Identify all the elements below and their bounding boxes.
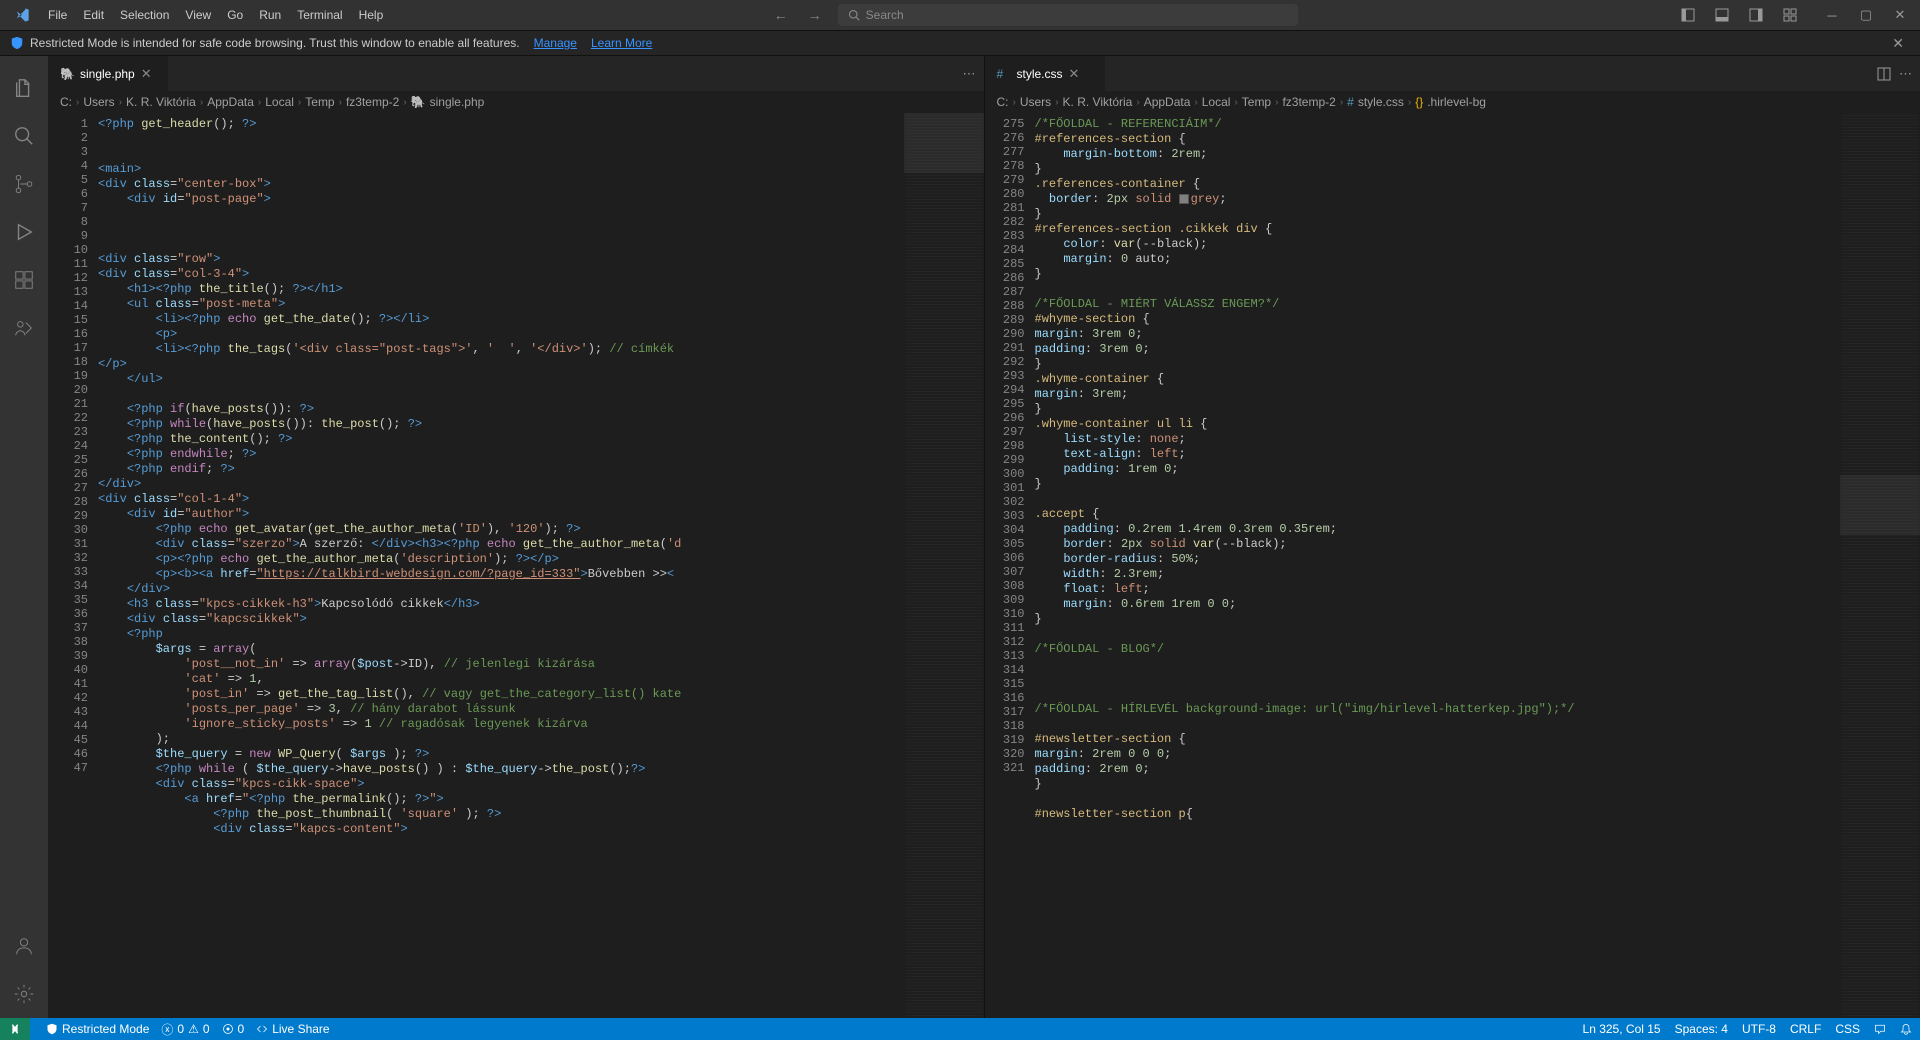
editor-group-left: 🐘 single.php ✕ ⋯ C:›Users›K. R. Viktória… [48, 56, 985, 1018]
breadcrumb-segment[interactable]: fz3temp-2 [346, 95, 399, 109]
line-gutter-right: 275 276 277 278 279 280 281 282 283 284 … [985, 113, 1035, 1018]
menu-terminal[interactable]: Terminal [289, 8, 350, 22]
breadcrumb-segment[interactable]: AppData [1144, 95, 1191, 109]
symbol-icon: {} [1415, 95, 1423, 109]
tab-close[interactable]: ✕ [141, 66, 152, 82]
split-editor-icon[interactable] [1877, 67, 1891, 81]
php-file-icon: 🐘 [60, 67, 74, 81]
tab-label: single.php [80, 67, 135, 81]
minimap-right[interactable] [1840, 113, 1920, 1018]
breadcrumb-segment[interactable]: K. R. Viktória [1063, 95, 1133, 109]
window-minimize[interactable]: ─ [1816, 0, 1848, 30]
explorer-icon[interactable] [0, 64, 48, 112]
tabs-right: # style.css ✕ ⋯ [985, 56, 1920, 91]
close-notification[interactable]: ✕ [1886, 35, 1910, 52]
nav-forward[interactable]: → [800, 5, 830, 25]
search-activity-icon[interactable] [0, 112, 48, 160]
status-bar: Restricted Mode ⓧ0 ⚠0 0 Live Share Ln 32… [0, 1018, 1920, 1040]
css-file-icon: # [1347, 95, 1354, 109]
window-maximize[interactable]: ▢ [1850, 0, 1882, 30]
remote-indicator[interactable] [0, 1018, 30, 1040]
restricted-mode-banner: Restricted Mode is intended for safe cod… [0, 30, 1920, 56]
accounts-icon[interactable] [0, 922, 48, 970]
customize-layout-icon[interactable] [1774, 0, 1806, 30]
breadcrumb-segment[interactable]: C: [997, 95, 1009, 109]
tab-more-actions-icon[interactable]: ⋯ [1899, 66, 1912, 82]
menu-selection[interactable]: Selection [112, 8, 177, 22]
restricted-mode-status[interactable]: Restricted Mode [46, 1022, 149, 1036]
layout-primary-sidebar-icon[interactable] [1672, 0, 1704, 30]
menu-run[interactable]: Run [251, 8, 289, 22]
breadcrumb-segment[interactable]: C: [60, 95, 72, 109]
activity-bar [0, 56, 48, 1018]
indentation-status[interactable]: Spaces: 4 [1675, 1022, 1728, 1036]
shield-icon [10, 36, 24, 50]
liveshare-status[interactable]: Live Share [256, 1022, 329, 1036]
menu-go[interactable]: Go [219, 8, 251, 22]
menu-file[interactable]: File [40, 8, 75, 22]
breadcrumb-segment[interactable]: Temp [305, 95, 334, 109]
restricted-mode-text: Restricted Mode is intended for safe cod… [30, 36, 520, 50]
feedback-icon[interactable] [1874, 1023, 1886, 1035]
breadcrumb-segment[interactable]: Temp [1242, 95, 1271, 109]
tab-style-css[interactable]: # style.css ✕ [985, 56, 1105, 91]
menu-help[interactable]: Help [351, 8, 392, 22]
problems-status[interactable]: ⓧ0 ⚠0 [161, 1021, 209, 1038]
search-placeholder: Search [866, 8, 904, 22]
learn-more-link[interactable]: Learn More [591, 36, 652, 50]
eol-status[interactable]: CRLF [1790, 1022, 1821, 1036]
settings-gear-icon[interactable] [0, 970, 48, 1018]
editor-content-right[interactable]: /*FŐOLDAL - REFERENCIÁIM*/ #references-s… [1035, 113, 1841, 1018]
notifications-icon[interactable] [1900, 1023, 1912, 1035]
layout-secondary-sidebar-icon[interactable] [1740, 0, 1772, 30]
breadcrumb-segment[interactable]: Local [265, 95, 294, 109]
encoding-status[interactable]: UTF-8 [1742, 1022, 1776, 1036]
ports-status[interactable]: 0 [222, 1022, 245, 1036]
cursor-position[interactable]: Ln 325, Col 15 [1583, 1022, 1661, 1036]
css-file-icon: # [997, 67, 1011, 81]
breadcrumb-segment[interactable]: K. R. Viktória [126, 95, 196, 109]
tab-more-actions-icon[interactable]: ⋯ [963, 66, 976, 82]
tab-close[interactable]: ✕ [1069, 66, 1080, 82]
vscode-icon [12, 5, 32, 25]
line-gutter-left: 1 2 3 4 5 6 7 8 9 10 11 12 13 14 15 16 1… [48, 113, 98, 1018]
breadcrumb-segment[interactable]: 🐘single.php [411, 95, 485, 109]
tab-single-php[interactable]: 🐘 single.php ✕ [48, 56, 168, 91]
language-mode[interactable]: CSS [1835, 1022, 1860, 1036]
liveshare-icon[interactable] [0, 304, 48, 352]
breadcrumb-segment[interactable]: Users [1020, 95, 1051, 109]
breadcrumbs-left[interactable]: C:›Users›K. R. Viktória›AppData›Local›Te… [48, 91, 984, 113]
editor-group-right: # style.css ✕ ⋯ C:›Users›K. R. Viktória›… [985, 56, 1920, 1018]
command-center-search[interactable]: Search [838, 4, 1298, 26]
breadcrumb-segment[interactable]: fz3temp-2 [1282, 95, 1335, 109]
window-close[interactable]: ✕ [1884, 0, 1916, 30]
editor-content-left[interactable]: <?php get_header(); ?> <main> <div class… [98, 113, 904, 1018]
layout-panel-icon[interactable] [1706, 0, 1738, 30]
search-icon [848, 9, 860, 21]
menu-edit[interactable]: Edit [75, 8, 112, 22]
breadcrumb-segment[interactable]: Users [83, 95, 114, 109]
menu-view[interactable]: View [177, 8, 219, 22]
menubar: FileEditSelectionViewGoRunTerminalHelp [40, 8, 391, 22]
php-file-icon: 🐘 [411, 95, 426, 109]
run-debug-icon[interactable] [0, 208, 48, 256]
source-control-icon[interactable] [0, 160, 48, 208]
extensions-icon[interactable] [0, 256, 48, 304]
titlebar: FileEditSelectionViewGoRunTerminalHelp ←… [0, 0, 1920, 30]
tabs-left: 🐘 single.php ✕ ⋯ [48, 56, 984, 91]
breadcrumbs-right[interactable]: C:›Users›K. R. Viktória›AppData›Local›Te… [985, 91, 1920, 113]
minimap-left[interactable] [904, 113, 984, 1018]
breadcrumb-segment[interactable]: AppData [207, 95, 254, 109]
tab-label: style.css [1017, 67, 1063, 81]
breadcrumb-segment[interactable]: {}.hirlevel-bg [1415, 95, 1486, 109]
nav-back[interactable]: ← [766, 5, 796, 25]
breadcrumb-segment[interactable]: Local [1202, 95, 1231, 109]
breadcrumb-segment[interactable]: #style.css [1347, 95, 1404, 109]
manage-link[interactable]: Manage [534, 36, 577, 50]
